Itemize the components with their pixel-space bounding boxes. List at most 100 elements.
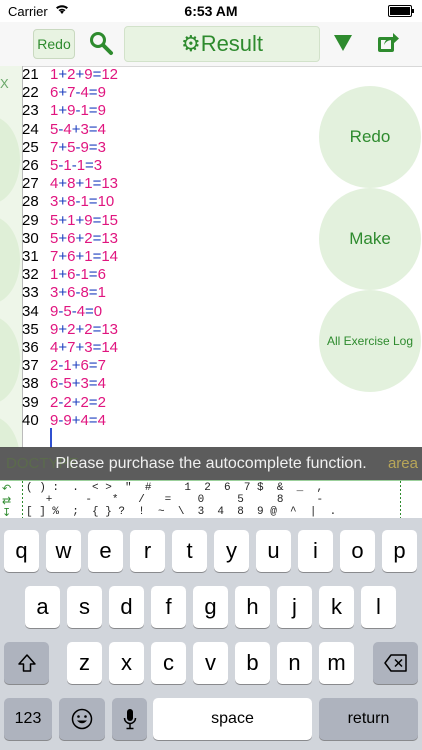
equation-part: = — [92, 66, 102, 83]
key-e[interactable]: e — [88, 530, 123, 572]
equation-part: 2 — [80, 393, 89, 411]
equation-part: 3 — [93, 157, 103, 174]
equation-part: 1 — [80, 193, 89, 211]
space-key[interactable]: space — [153, 698, 312, 740]
side-circle — [0, 116, 20, 204]
gear-icon: ⚙ — [180, 31, 201, 56]
microphone-key[interactable] — [112, 698, 147, 740]
status-bar: Carrier 6:53 AM — [0, 0, 422, 22]
equation-part: 4 — [97, 411, 106, 429]
key-h[interactable]: h — [235, 586, 270, 628]
key-c[interactable]: c — [151, 642, 186, 684]
line-number: 22 — [22, 84, 39, 102]
line-number: 30 — [22, 229, 39, 247]
line-number: 38 — [22, 375, 39, 393]
equation-part: + — [75, 175, 85, 193]
key-n[interactable]: n — [277, 642, 312, 684]
equation-part: + — [58, 193, 68, 211]
redo-circle-button[interactable]: Redo — [319, 86, 421, 188]
result-label: Result — [200, 31, 264, 56]
exercise-editor[interactable]: 21 1+2+9=12 22 6+7-4=9 23 1+9-1=9 24 5-4+3=4 25 7… — [22, 66, 322, 448]
line-number: 21 — [22, 66, 39, 83]
equation-part: + — [75, 211, 85, 229]
equation: 5-4+3=4 — [50, 121, 106, 139]
key-f[interactable]: f — [151, 586, 186, 628]
key-q[interactable]: q — [4, 530, 39, 572]
equation-part: = — [88, 193, 98, 211]
key-j[interactable]: j — [277, 586, 312, 628]
undo-arrow-icon[interactable]: ↶ — [2, 482, 20, 495]
equation-part: + — [58, 320, 68, 338]
key-x[interactable]: x — [109, 642, 144, 684]
line-number: 28 — [22, 193, 39, 211]
key-l[interactable]: l — [361, 586, 396, 628]
equation: 2-1+6=7 — [50, 357, 106, 375]
equation-part: 4 — [80, 84, 89, 102]
key-o[interactable]: o — [340, 530, 375, 572]
shift-key[interactable] — [4, 642, 49, 684]
equation-part: 6 — [97, 266, 106, 284]
equation-part: = — [92, 229, 102, 247]
equation-part: 9 — [84, 211, 93, 229]
equation-part: = — [88, 375, 98, 393]
equation-part: 5 — [63, 375, 72, 393]
equation: 4+7+3=14 — [50, 339, 118, 357]
key-t[interactable]: t — [172, 530, 207, 572]
line-number: 29 — [22, 211, 39, 229]
key-z[interactable]: z — [67, 642, 102, 684]
equation: 6+7-4=9 — [50, 84, 106, 102]
redo-button[interactable]: Redo — [33, 29, 75, 59]
numbers-key[interactable]: 123 — [4, 698, 52, 740]
equation-part: + — [75, 320, 85, 338]
arrow-down-icon[interactable]: ↧ — [2, 506, 20, 519]
equation-part: 3 — [80, 375, 89, 393]
key-a[interactable]: a — [25, 586, 60, 628]
equation-part: 2 — [97, 393, 106, 411]
return-key[interactable]: return — [319, 698, 418, 740]
emoji-key[interactable] — [59, 698, 105, 740]
exercise-log-button[interactable]: All Exercise Log — [319, 290, 421, 392]
key-r[interactable]: r — [130, 530, 165, 572]
equation: 1+9-1=9 — [50, 102, 106, 120]
search-icon[interactable] — [88, 30, 114, 56]
triangle-down-icon[interactable] — [333, 34, 353, 52]
emoji-icon — [71, 708, 93, 730]
key-k[interactable]: k — [319, 586, 354, 628]
equation-part: = — [88, 120, 98, 138]
key-u[interactable]: u — [256, 530, 291, 572]
key-p[interactable]: p — [382, 530, 417, 572]
side-panel[interactable]: X — [0, 66, 23, 448]
line-number: 39 — [22, 393, 39, 411]
equation-part: 9 — [97, 84, 106, 102]
side-mark: X — [0, 76, 9, 91]
key-v[interactable]: v — [193, 642, 228, 684]
equation: 9-9+4=4 — [50, 412, 106, 430]
share-icon[interactable] — [376, 30, 400, 54]
key-s[interactable]: s — [67, 586, 102, 628]
result-button[interactable]: ⚙Result — [124, 26, 320, 62]
toast-text: Please purchase the autocomplete functio… — [55, 455, 367, 472]
swap-icon[interactable]: ⇄ — [2, 494, 20, 507]
symbol-bar[interactable]: ↶ ⇄ ↧ ( ) : . < > " # 1 2 6 7 $ & _ , + … — [0, 480, 422, 520]
side-circle — [0, 416, 20, 448]
key-b[interactable]: b — [235, 642, 270, 684]
make-button[interactable]: Make — [319, 188, 421, 290]
equation-part: + — [58, 266, 68, 284]
equation: 9+2+2=13 — [50, 321, 118, 339]
key-g[interactable]: g — [193, 586, 228, 628]
equation-part: = — [85, 302, 94, 320]
equation-part: 2 — [84, 229, 93, 247]
equation-part: 7 — [97, 357, 106, 375]
equation-part: 12 — [101, 66, 119, 83]
key-y[interactable]: y — [214, 530, 249, 572]
delete-key[interactable] — [373, 642, 418, 684]
equation-part: 4 — [97, 375, 106, 393]
key-i[interactable]: i — [298, 530, 333, 572]
equation-part: 4 — [76, 302, 86, 320]
equation-part: 5 — [63, 302, 72, 320]
key-w[interactable]: w — [46, 530, 81, 572]
key-m[interactable]: m — [319, 642, 354, 684]
key-d[interactable]: d — [109, 586, 144, 628]
equation: 3+8-1=10 — [50, 193, 114, 211]
equation: 5+6+2=13 — [50, 230, 118, 248]
